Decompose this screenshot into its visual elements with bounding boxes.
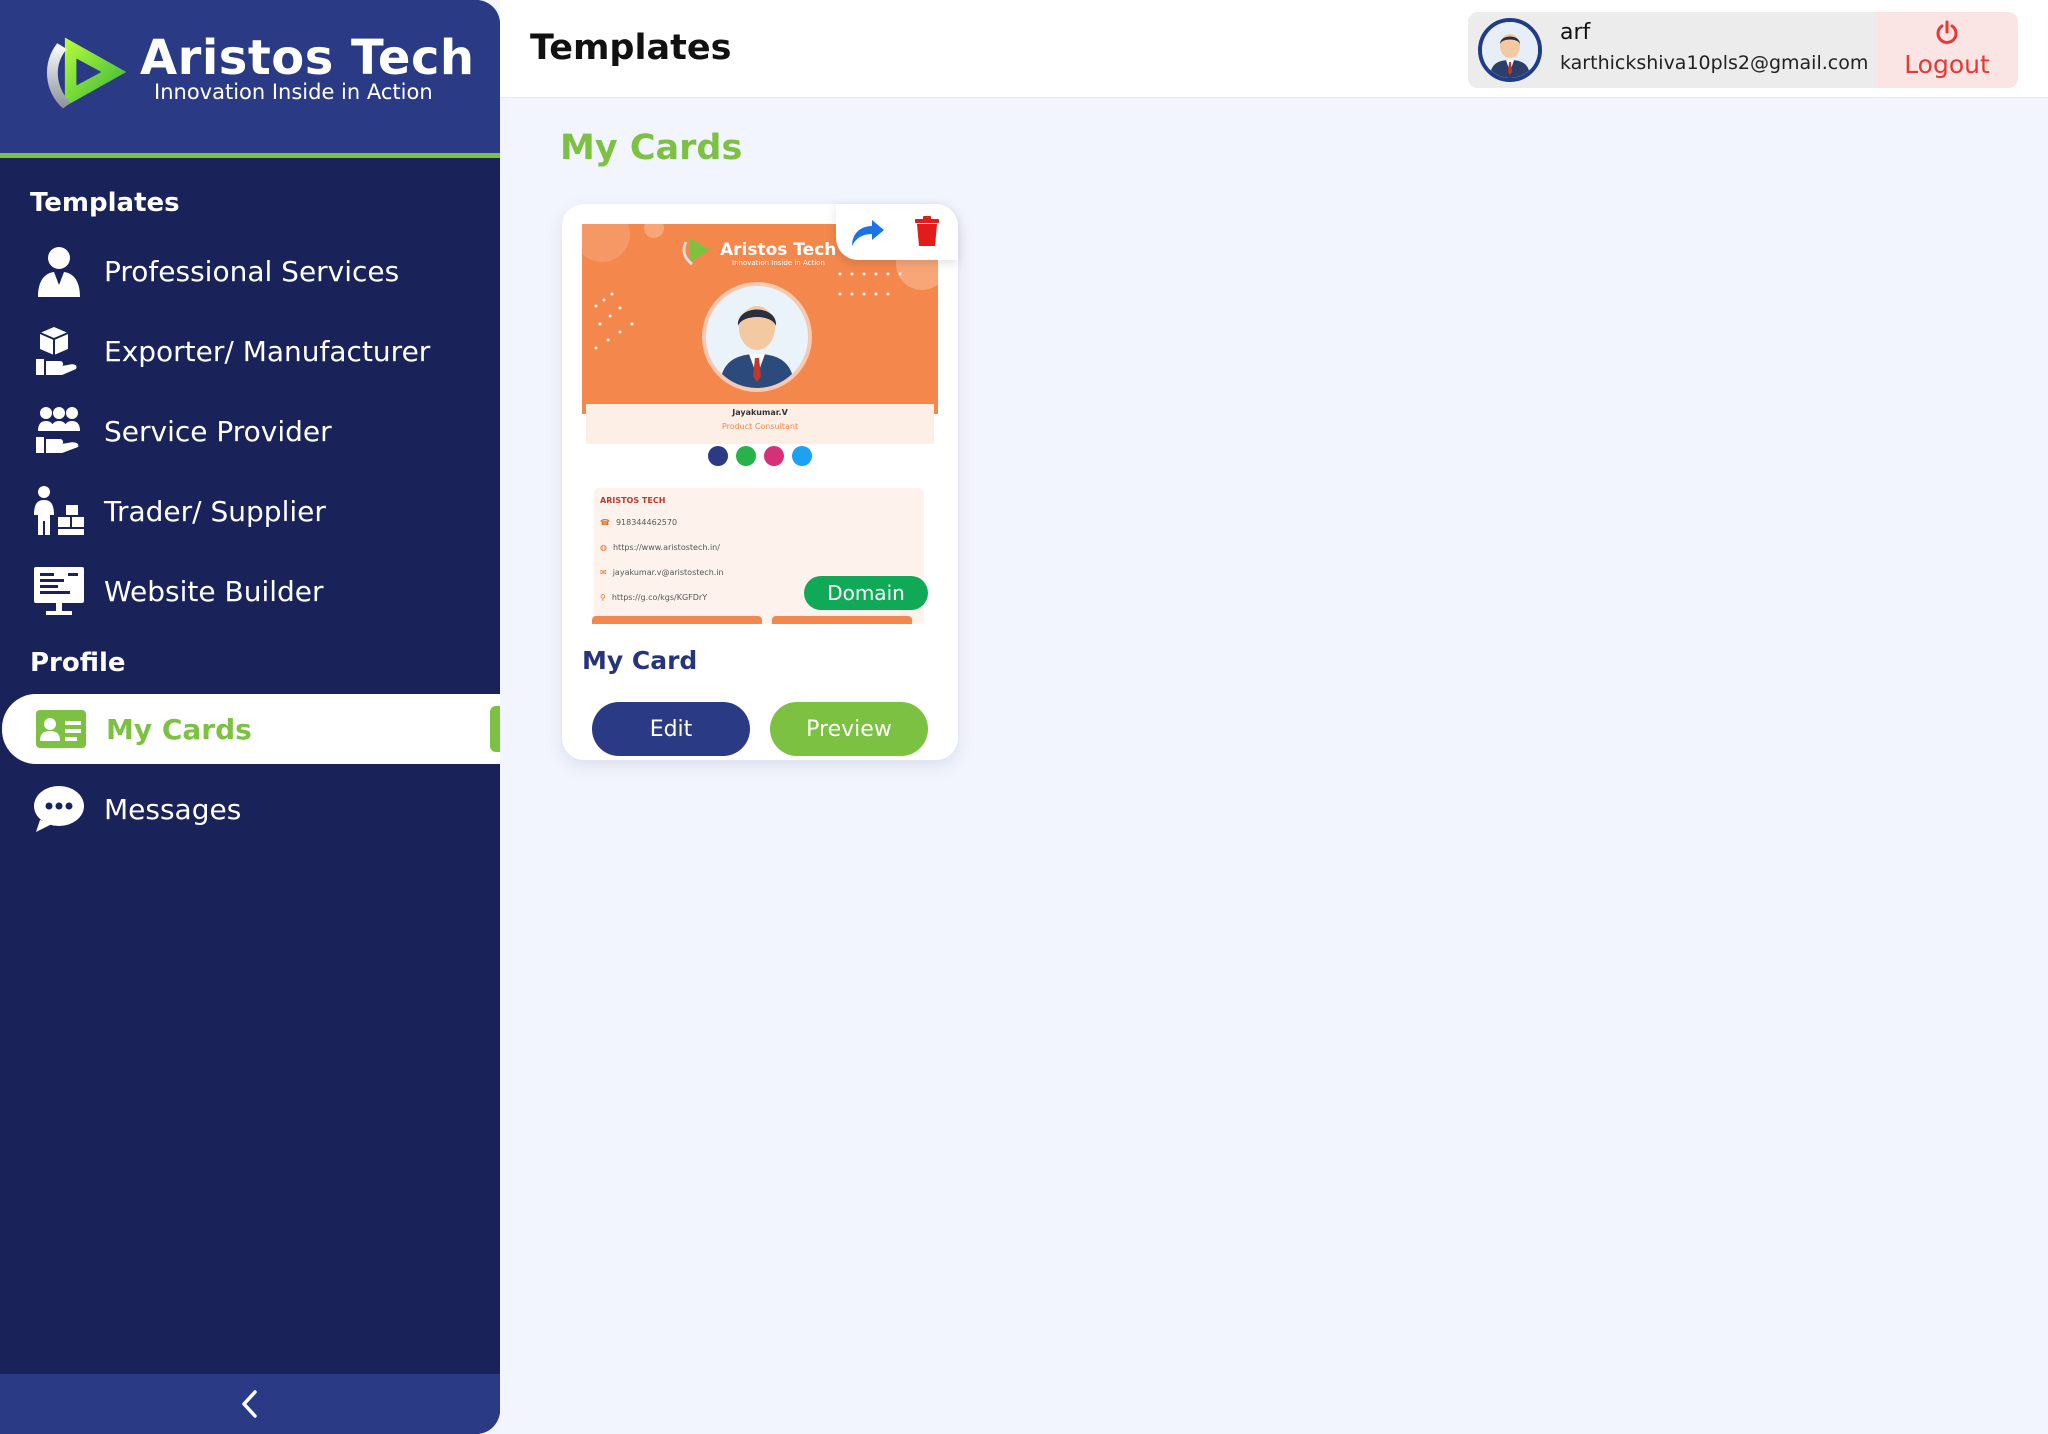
preview-phone: ☎ 918344462570 — [600, 518, 678, 527]
trash-icon[interactable] — [914, 216, 940, 246]
sidebar-item-label: Trader/ Supplier — [104, 494, 326, 528]
mail-icon: ✉ — [600, 568, 607, 577]
preview-brand-tagline: Innovation Inside in Action — [732, 259, 825, 267]
preview-button[interactable]: Preview — [770, 702, 928, 756]
user-name: arf — [1560, 20, 1591, 45]
sidebar-item-label: Service Provider — [104, 414, 332, 448]
power-icon — [1936, 20, 1958, 44]
trader-icon — [32, 484, 86, 538]
facebook-icon — [708, 446, 728, 466]
preview-person-role: Product Consultant — [721, 422, 799, 431]
preview-person-name: Jayakumar.V — [732, 408, 788, 417]
preview-email: ✉ jayakumar.v@aristostech.in — [600, 568, 724, 577]
phone-icon: ☎ — [600, 518, 610, 527]
aristos-logo-icon — [46, 37, 127, 109]
preview-website: ◍ https://www.aristostech.in/ — [600, 543, 720, 552]
chevron-left-icon — [242, 1390, 257, 1418]
preview-social-icons — [582, 446, 938, 466]
profile-section-title: Profile — [30, 648, 126, 678]
logout-label: Logout — [1904, 50, 1990, 79]
professional-icon — [32, 244, 86, 298]
twitter-icon — [792, 446, 812, 466]
card-item: Aristos Tech Innovation Inside in Action… — [562, 204, 958, 760]
page-title: Templates — [530, 28, 732, 68]
sidebar: Aristos Tech Innovation Inside in Action… — [0, 0, 500, 1434]
instagram-icon — [764, 446, 784, 466]
edit-button[interactable]: Edit — [592, 702, 750, 756]
templates-section-title: Templates — [30, 188, 180, 218]
sidebar-item-professional-services[interactable]: Professional Services — [0, 236, 500, 306]
preview-company: ARISTOS TECH — [600, 496, 666, 505]
sidebar-item-my-cards[interactable]: My Cards — [2, 694, 500, 764]
map-pin-icon: ⚲ — [600, 593, 606, 602]
globe-icon: ◍ — [600, 543, 607, 552]
brand-name: Aristos Tech — [140, 30, 475, 86]
preview-footer-bar — [772, 616, 912, 624]
card-title: My Card — [582, 646, 698, 675]
card-actions — [836, 204, 958, 260]
whatsapp-icon — [736, 446, 756, 466]
sidebar-item-messages[interactable]: Messages — [0, 774, 500, 844]
id-card-icon — [34, 702, 88, 756]
sidebar-item-label: Website Builder — [104, 574, 324, 608]
preview-avatar — [702, 282, 812, 392]
brand-tagline: Innovation Inside in Action — [154, 80, 433, 104]
sidebar-item-exporter-manufacturer[interactable]: Exporter/ Manufacturer — [0, 316, 500, 386]
section-heading: My Cards — [560, 128, 743, 168]
active-indicator — [490, 706, 500, 752]
sidebar-collapse-button[interactable] — [0, 1374, 500, 1434]
chat-bubble-icon — [32, 782, 86, 836]
website-builder-icon — [32, 564, 86, 618]
preview-footer-bar — [592, 616, 762, 624]
sidebar-item-label: My Cards — [106, 712, 252, 746]
sidebar-item-label: Messages — [104, 792, 242, 826]
sidebar-item-website-builder[interactable]: Website Builder — [0, 556, 500, 626]
sidebar-item-trader-supplier[interactable]: Trader/ Supplier — [0, 476, 500, 546]
user-email: karthickshiva10pls2@gmail.com — [1560, 52, 1869, 74]
exporter-icon — [32, 324, 86, 378]
share-icon[interactable] — [850, 216, 886, 248]
service-provider-icon — [32, 404, 86, 458]
sidebar-item-service-provider[interactable]: Service Provider — [0, 396, 500, 466]
preview-brand-name: Aristos Tech — [720, 240, 837, 260]
sidebar-item-label: Exporter/ Manufacturer — [104, 334, 431, 368]
card-preview-thumbnail[interactable]: Aristos Tech Innovation Inside in Action… — [582, 224, 938, 624]
logout-button[interactable]: Logout — [1876, 12, 2018, 88]
sidebar-item-label: Professional Services — [104, 254, 400, 288]
preview-map: ⚲ https://g.co/kgs/KGFDrY — [600, 593, 708, 602]
domain-badge[interactable]: Domain — [804, 576, 928, 610]
user-profile-box: arf karthickshiva10pls2@gmail.com Logout — [1468, 12, 2018, 88]
top-header: Templates arf karthickshiva10pls2@gmail.… — [500, 0, 2048, 98]
avatar[interactable] — [1478, 18, 1542, 82]
brand-header: Aristos Tech Innovation Inside in Action — [0, 0, 500, 158]
